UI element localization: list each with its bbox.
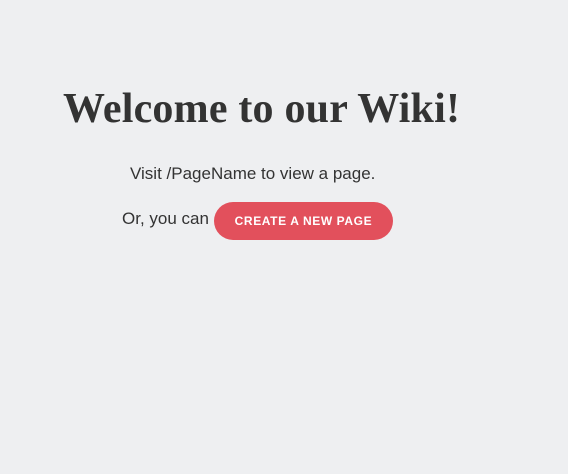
or-you-can-label: Or, you can (122, 209, 209, 228)
create-new-page-button[interactable]: CREATE A NEW PAGE (213, 202, 393, 240)
page-title: Welcome to our Wiki! (63, 86, 461, 132)
create-page-row: Or, you can CREATE A NEW PAGE (122, 202, 393, 240)
visit-instructions: Visit /PageName to view a page. (130, 164, 376, 183)
